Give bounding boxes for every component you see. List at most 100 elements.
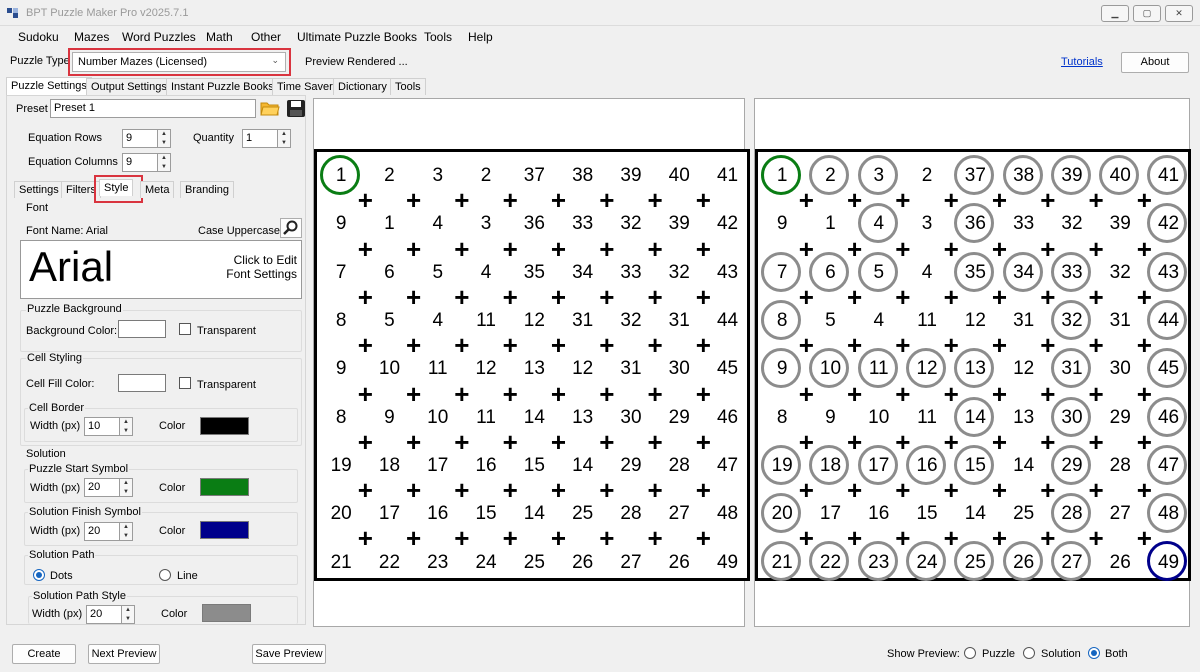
plus-sign: + xyxy=(357,281,373,312)
puzzle-type-value: Number Mazes (Licensed) xyxy=(78,56,207,68)
cell-transparent-checkbox[interactable] xyxy=(179,377,191,389)
plus-sign: + xyxy=(798,475,814,506)
minimize-button[interactable]: ▁ xyxy=(1101,5,1129,22)
tutorials-link[interactable]: Tutorials xyxy=(1061,56,1103,68)
path-line-radio[interactable] xyxy=(159,569,171,581)
plus-sign: + xyxy=(454,281,470,312)
finish-width-stepper[interactable]: ▲ ▼ xyxy=(120,522,133,541)
plus-sign: + xyxy=(1136,523,1152,554)
cell-border-title: Cell Border xyxy=(28,402,86,414)
start-color-swatch[interactable] xyxy=(200,478,249,496)
show-both-label: Both xyxy=(1105,648,1128,660)
plus-sign: + xyxy=(943,523,959,554)
subtab-branding[interactable]: Branding xyxy=(180,181,235,198)
preset-input[interactable]: Preset 1 xyxy=(50,99,256,118)
plus-sign: + xyxy=(847,523,863,554)
quantity-stepper[interactable]: ▲ ▼ xyxy=(278,129,291,148)
plus-sign: + xyxy=(895,185,911,216)
tab-puzzle-settings[interactable]: Puzzle Settings xyxy=(6,77,92,96)
plus-sign: + xyxy=(1088,378,1104,409)
create-button[interactable]: Create xyxy=(12,644,76,664)
plus-sign: + xyxy=(599,185,615,216)
plus-sign: + xyxy=(647,330,663,361)
puzzle-preview-pane: 1 2 3 2 37 38 39 40 41 9 1 4 3 36 33 32 39 42 7 6 5 4 35 34 33 32… xyxy=(313,98,750,627)
equation-rows-stepper[interactable]: ▲ ▼ xyxy=(158,129,171,148)
plus-sign: + xyxy=(502,233,518,264)
tab-instant-puzzle-books[interactable]: Instant Puzzle Books xyxy=(166,78,279,95)
close-button[interactable]: ✕ xyxy=(1165,5,1193,22)
menu-mazes[interactable]: Mazes xyxy=(74,30,109,44)
plus-sign: + xyxy=(895,378,911,409)
finish-width-input[interactable]: 20 xyxy=(84,522,120,541)
path-dots-radio[interactable] xyxy=(33,569,45,581)
show-solution-radio[interactable] xyxy=(1023,647,1035,659)
plus-sign: + xyxy=(647,281,663,312)
plus-sign: + xyxy=(647,523,663,554)
open-folder-icon[interactable] xyxy=(260,99,280,117)
plus-sign: + xyxy=(406,233,422,264)
quantity-input[interactable]: 1 xyxy=(242,129,278,148)
font-search-button[interactable] xyxy=(280,218,302,238)
show-both-radio[interactable] xyxy=(1088,647,1100,659)
path-width-stepper[interactable]: ▲ ▼ xyxy=(122,605,135,624)
plus-sign: + xyxy=(357,523,373,554)
font-preview-box[interactable]: Arial Click to Edit Font Settings xyxy=(20,240,302,299)
plus-sign: + xyxy=(847,185,863,216)
save-icon[interactable] xyxy=(286,99,306,118)
save-preview-button[interactable]: Save Preview xyxy=(252,644,326,664)
menu-word-puzzles[interactable]: Word Puzzles xyxy=(122,30,196,44)
puzzle-type-label: Puzzle Type xyxy=(10,55,70,67)
tab-time-saver[interactable]: Time Saver xyxy=(272,78,338,95)
equation-columns-stepper[interactable]: ▲ ▼ xyxy=(158,153,171,172)
plus-sign: + xyxy=(550,185,567,216)
subtab-settings[interactable]: Settings xyxy=(14,181,64,198)
cell-border-color-label: Color xyxy=(159,420,186,432)
plus-sign: + xyxy=(599,281,615,312)
maximize-button[interactable]: ▢ xyxy=(1133,5,1161,22)
equation-columns-input[interactable]: 9 xyxy=(122,153,158,172)
path-style-title: Solution Path Style xyxy=(32,590,127,602)
plus-sign: + xyxy=(454,330,470,361)
bg-transparent-label: Transparent xyxy=(197,325,256,337)
menu-other[interactable]: Other xyxy=(251,30,281,44)
next-preview-button[interactable]: Next Preview xyxy=(88,644,160,664)
cell-border-width-input[interactable]: 10 xyxy=(84,417,120,436)
plus-sign: + xyxy=(695,523,711,554)
subtab-meta[interactable]: Meta xyxy=(140,181,175,198)
plus-sign: + xyxy=(1136,330,1152,361)
show-puzzle-radio[interactable] xyxy=(964,647,976,659)
menu-sudoku[interactable]: Sudoku xyxy=(18,30,59,44)
plus-sign: + xyxy=(502,523,518,554)
finish-symbol-title: Solution Finish Symbol xyxy=(28,506,142,518)
tab-tools[interactable]: Tools xyxy=(390,78,426,95)
cell-fill-swatch[interactable] xyxy=(118,374,166,392)
finish-color-swatch[interactable] xyxy=(200,521,249,539)
menu-ultimate-puzzle-books[interactable]: Ultimate Puzzle Books xyxy=(297,30,417,44)
plus-sign: + xyxy=(454,523,470,554)
plus-sign: + xyxy=(550,426,567,457)
tab-dictionary[interactable]: Dictionary xyxy=(333,78,392,95)
plus-sign: + xyxy=(406,330,422,361)
plus-sign: + xyxy=(1088,330,1104,361)
plus-sign: + xyxy=(599,233,615,264)
about-button[interactable]: About xyxy=(1121,52,1189,73)
puzzle-type-dropdown[interactable]: Number Mazes (Licensed) ⌄ xyxy=(72,52,286,72)
tab-output-settings[interactable]: Output Settings xyxy=(86,78,172,95)
start-symbol-title: Puzzle Start Symbol xyxy=(28,463,130,475)
bg-color-swatch[interactable] xyxy=(118,320,166,338)
start-width-stepper[interactable]: ▲ ▼ xyxy=(120,478,133,497)
menu-help[interactable]: Help xyxy=(468,30,493,44)
search-icon xyxy=(283,220,298,235)
start-width-input[interactable]: 20 xyxy=(84,478,120,497)
menu-math[interactable]: Math xyxy=(206,30,233,44)
plus-sign: + xyxy=(647,185,663,216)
path-width-input[interactable]: 20 xyxy=(86,605,122,624)
menu-tools[interactable]: Tools xyxy=(424,30,452,44)
plus-sign: + xyxy=(798,281,814,312)
path-color-swatch[interactable] xyxy=(202,604,251,622)
plus-sign: + xyxy=(1088,185,1104,216)
bg-transparent-checkbox[interactable] xyxy=(179,323,191,335)
cell-border-color-swatch[interactable] xyxy=(200,417,249,435)
equation-rows-input[interactable]: 9 xyxy=(122,129,158,148)
cell-border-width-stepper[interactable]: ▲ ▼ xyxy=(120,417,133,436)
